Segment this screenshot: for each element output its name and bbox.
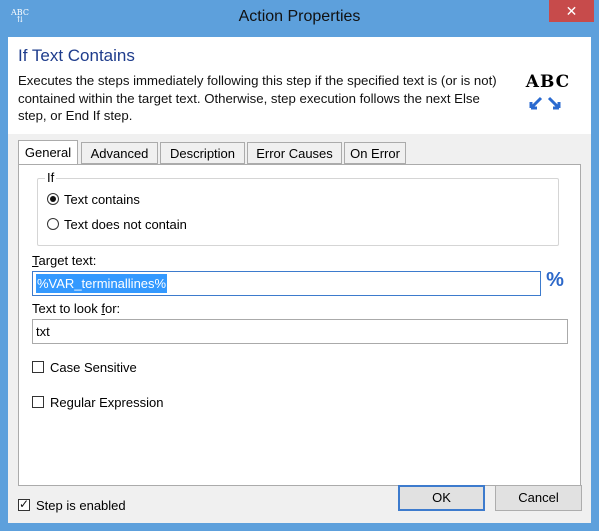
- insert-variable-icon[interactable]: %: [542, 268, 568, 292]
- abc-icon-text: ABC: [525, 72, 571, 92]
- ok-button[interactable]: OK: [398, 485, 485, 511]
- tab-description[interactable]: Description: [160, 142, 245, 164]
- step-enabled-checkbox[interactable]: [18, 497, 30, 511]
- target-text-value: %VAR_terminallines%: [36, 274, 168, 293]
- title-bar: ABC ⇅ Action Properties ✕: [0, 0, 599, 37]
- case-sensitive-label: Case Sensitive: [50, 359, 137, 375]
- dialog-window: ABC ⇅ Action Properties ✕ If Text Contain…: [0, 0, 599, 531]
- radio-text-does-not-contain[interactable]: Text does not contain: [47, 215, 187, 233]
- step-enabled-label: Step is enabled: [36, 497, 126, 513]
- radio-text-contains[interactable]: Text contains: [47, 190, 140, 208]
- look-for-input[interactable]: txt: [32, 319, 568, 344]
- target-text-label-rest: arget text:: [38, 253, 97, 268]
- dialog-client: If Text Contains Executes the steps imme…: [8, 37, 591, 523]
- case-sensitive-checkbox-row[interactable]: Case Sensitive: [32, 358, 137, 376]
- radio-text-does-not-contain-label: Text does not contain: [64, 216, 187, 232]
- tab-advanced[interactable]: Advanced: [81, 142, 158, 164]
- tab-error-causes[interactable]: Error Causes: [247, 142, 342, 164]
- if-group-label: If: [45, 170, 57, 185]
- text-compare-icon: ABC: [523, 72, 573, 122]
- action-title: If Text Contains: [18, 46, 135, 65]
- regex-checkbox[interactable]: [32, 396, 44, 408]
- look-for-label: Text to look for:: [32, 301, 120, 316]
- close-icon: ✕: [565, 3, 578, 19]
- regex-label: Regular Expression: [50, 394, 164, 410]
- radio-button-selected[interactable]: [47, 193, 59, 205]
- action-description: Executes the steps immediately following…: [18, 73, 497, 123]
- tab-on-error[interactable]: On Error: [344, 142, 406, 164]
- look-for-label-pre: Text to look: [32, 301, 102, 316]
- if-groupbox: If Text contains Text does not contain: [37, 170, 559, 246]
- arrows-icon: [527, 96, 567, 115]
- step-enabled-row[interactable]: Step is enabled: [18, 496, 126, 514]
- radio-text-contains-label: Text contains: [64, 191, 140, 207]
- header-area: If Text Contains Executes the steps imme…: [8, 37, 591, 134]
- cancel-button[interactable]: Cancel: [495, 485, 582, 511]
- target-text-input[interactable]: %VAR_terminallines%: [32, 271, 541, 296]
- window-title: Action Properties: [238, 8, 361, 25]
- case-sensitive-checkbox[interactable]: [32, 361, 44, 373]
- close-button[interactable]: ✕: [549, 0, 594, 22]
- target-text-label: Target text:: [32, 253, 96, 268]
- look-for-label-rest: or:: [105, 301, 121, 316]
- general-tab-panel: If Text contains Text does not contain T…: [18, 164, 581, 486]
- regex-checkbox-row[interactable]: Regular Expression: [32, 393, 163, 411]
- radio-button[interactable]: [47, 218, 59, 230]
- tab-general[interactable]: General: [18, 140, 78, 165]
